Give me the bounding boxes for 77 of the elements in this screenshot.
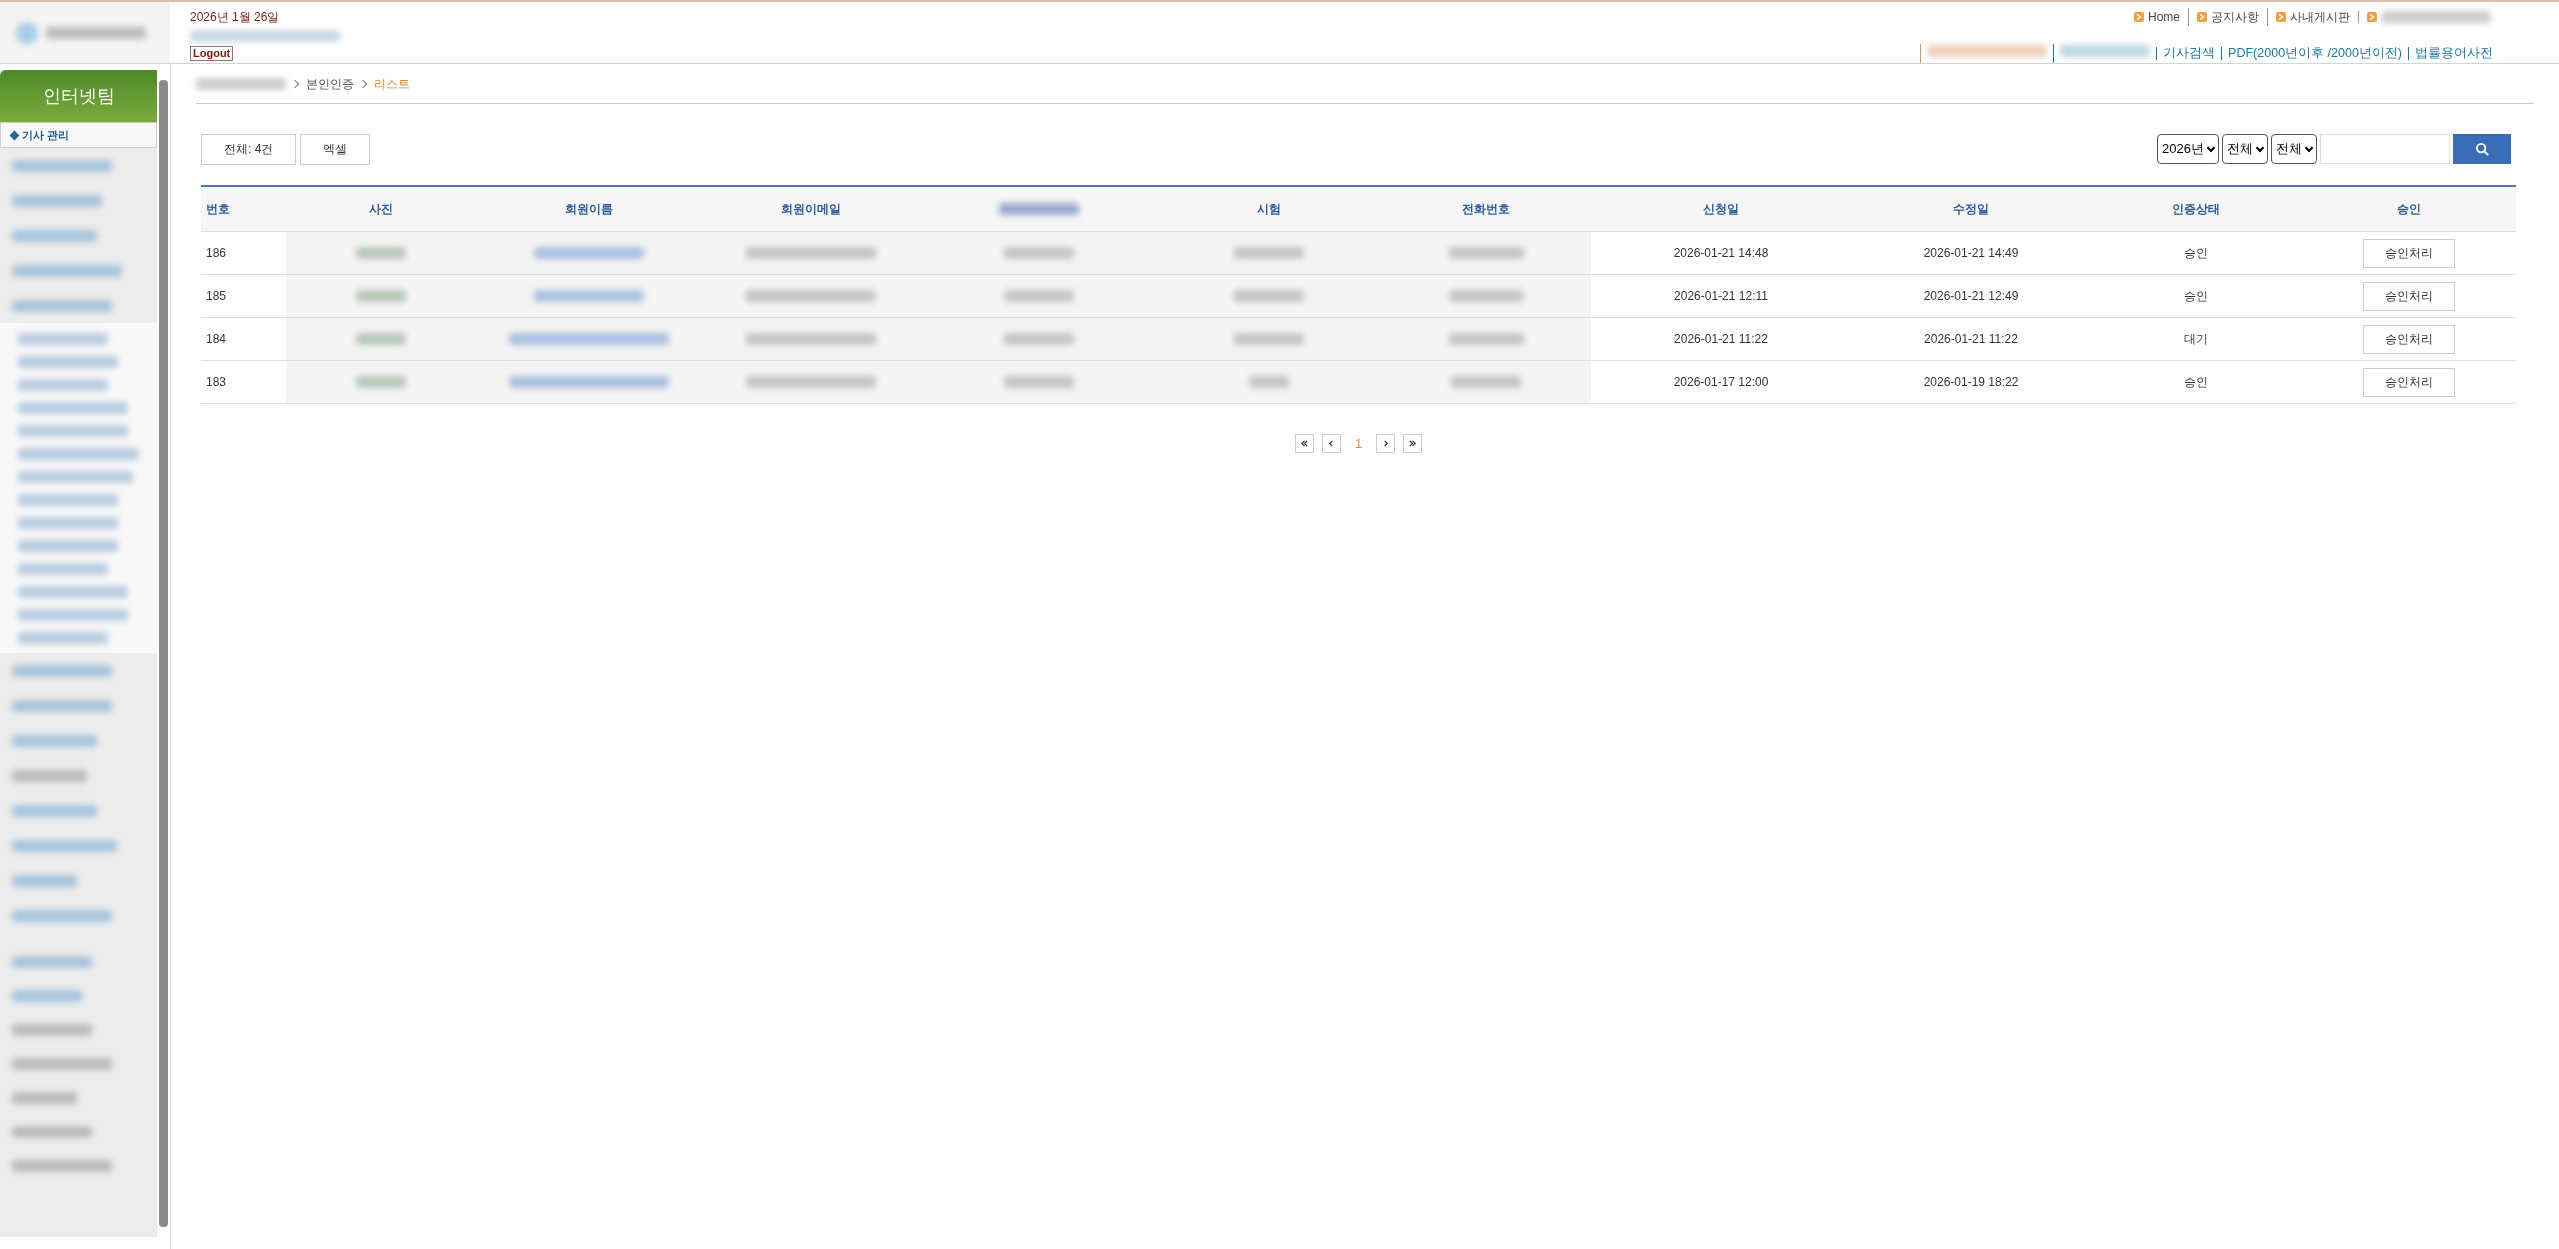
table-cell-text: 승인 xyxy=(2184,245,2208,262)
table-cell-text: 2026-01-17 12:00 xyxy=(1673,374,1769,391)
dropdown[interactable]: 전체 xyxy=(2222,134,2268,164)
dropdown[interactable]: 전체 xyxy=(2271,134,2317,164)
search-icon xyxy=(2474,141,2490,157)
next-page-button[interactable] xyxy=(1375,434,1395,453)
nav-link[interactable]: 법률용어사전 xyxy=(2408,46,2499,60)
last-page-button[interactable] xyxy=(1402,434,1422,453)
table-cell-text: 2026-01-21 14:49 xyxy=(1923,245,2019,262)
top-link[interactable]: 공지사항 xyxy=(2188,8,2267,26)
blurred-text xyxy=(12,1092,77,1104)
column-header: 신청일 xyxy=(1703,201,1739,218)
sidebar-title: 인터넷팀 xyxy=(0,70,157,122)
top-link[interactable]: 사내게시판 xyxy=(2267,8,2358,26)
blurred-text xyxy=(356,290,406,302)
blurred-text xyxy=(356,376,406,388)
table-cell-text: 2026-01-21 12:49 xyxy=(1923,288,2019,305)
blurred-text xyxy=(356,333,406,345)
blurred-text xyxy=(1451,376,1521,388)
approve-button[interactable]: 승인처리 xyxy=(2362,367,2455,397)
breadcrumb-link[interactable]: 본인인증 xyxy=(306,74,354,93)
blurred-text xyxy=(1003,376,1074,388)
table-cell-text: 2026-01-19 18:22 xyxy=(1923,374,2019,391)
bullet-icon xyxy=(2276,12,2286,22)
scrollbar[interactable] xyxy=(159,80,168,1227)
sidebar-item[interactable]: 기사 관리 xyxy=(0,122,157,148)
column-header: 회원이메일 xyxy=(781,201,841,218)
approve-button[interactable]: 승인처리 xyxy=(2362,281,2455,311)
column-header: 인증상태 xyxy=(2172,201,2220,218)
table-cell-text: 대기 xyxy=(2184,331,2208,348)
blurred-text xyxy=(356,247,406,259)
double-chevron-icon xyxy=(1300,439,1310,448)
blurred-text xyxy=(1233,333,1304,345)
approve-button[interactable]: 승인처리 xyxy=(2362,324,2455,354)
table-cell-text: 승인 xyxy=(2184,288,2208,305)
table-cell-text: 2026-01-21 11:22 xyxy=(1674,331,1768,348)
bullet-icon xyxy=(2134,12,2144,22)
blurred-text xyxy=(12,874,77,887)
column-header: 승인 xyxy=(2396,201,2421,218)
nav-link[interactable]: 기사검색 xyxy=(2156,46,2222,60)
table-cell-text: 승인 xyxy=(2184,374,2208,391)
blurred-text xyxy=(1233,247,1304,259)
blurred-text xyxy=(1003,290,1074,302)
previous-page-button[interactable] xyxy=(1322,434,1342,453)
column-header: 회원이름 xyxy=(564,201,613,218)
blurred-text xyxy=(1003,247,1074,259)
current-date: 2026년 1월 26일 xyxy=(190,9,281,26)
table-cell-text: 2026-01-21 12:11 xyxy=(1674,288,1768,305)
table-cell-text: 2026-01-21 11:22 xyxy=(1924,331,2018,348)
table-cell-text: 2026-01-21 14:48 xyxy=(1673,245,1769,262)
table-cell-text: 186 xyxy=(206,245,227,262)
search-field[interactable] xyxy=(2320,134,2450,164)
blurred-text xyxy=(12,990,82,1002)
column-header: 시험 xyxy=(1256,201,1281,218)
dropdown[interactable]: 2026년 xyxy=(2157,134,2219,164)
column-header: 전화번호 xyxy=(1462,201,1510,218)
approve-button[interactable]: 승인처리 xyxy=(2362,238,2455,268)
excel-button[interactable]: 엑셀 xyxy=(300,133,371,165)
first-page-button[interactable] xyxy=(1295,434,1315,453)
column-header: 사진 xyxy=(369,201,393,218)
table-cell-text: 184 xyxy=(206,331,227,348)
blurred-text xyxy=(1248,376,1289,388)
table-cell-text: 183 xyxy=(206,374,227,391)
bullet-icon xyxy=(2197,12,2207,22)
column-header: 수정일 xyxy=(1953,201,1989,218)
top-link[interactable]: Home xyxy=(2126,8,2188,26)
table-cell-text: 185 xyxy=(206,288,227,305)
count-button[interactable]: 전체: 4건 xyxy=(201,133,297,165)
column-header: 번호 xyxy=(206,201,230,218)
nav-link[interactable]: PDF(2000년이후 /2000년이전) xyxy=(2221,46,2408,60)
double-chevron-icon xyxy=(1407,439,1417,448)
blurred-text xyxy=(1003,333,1074,345)
bullet-icon xyxy=(2367,12,2377,22)
blurred-text xyxy=(1233,290,1304,302)
logout-button[interactable]: Logout xyxy=(190,46,234,61)
logo-icon xyxy=(16,21,38,44)
search-button[interactable] xyxy=(2453,134,2511,164)
